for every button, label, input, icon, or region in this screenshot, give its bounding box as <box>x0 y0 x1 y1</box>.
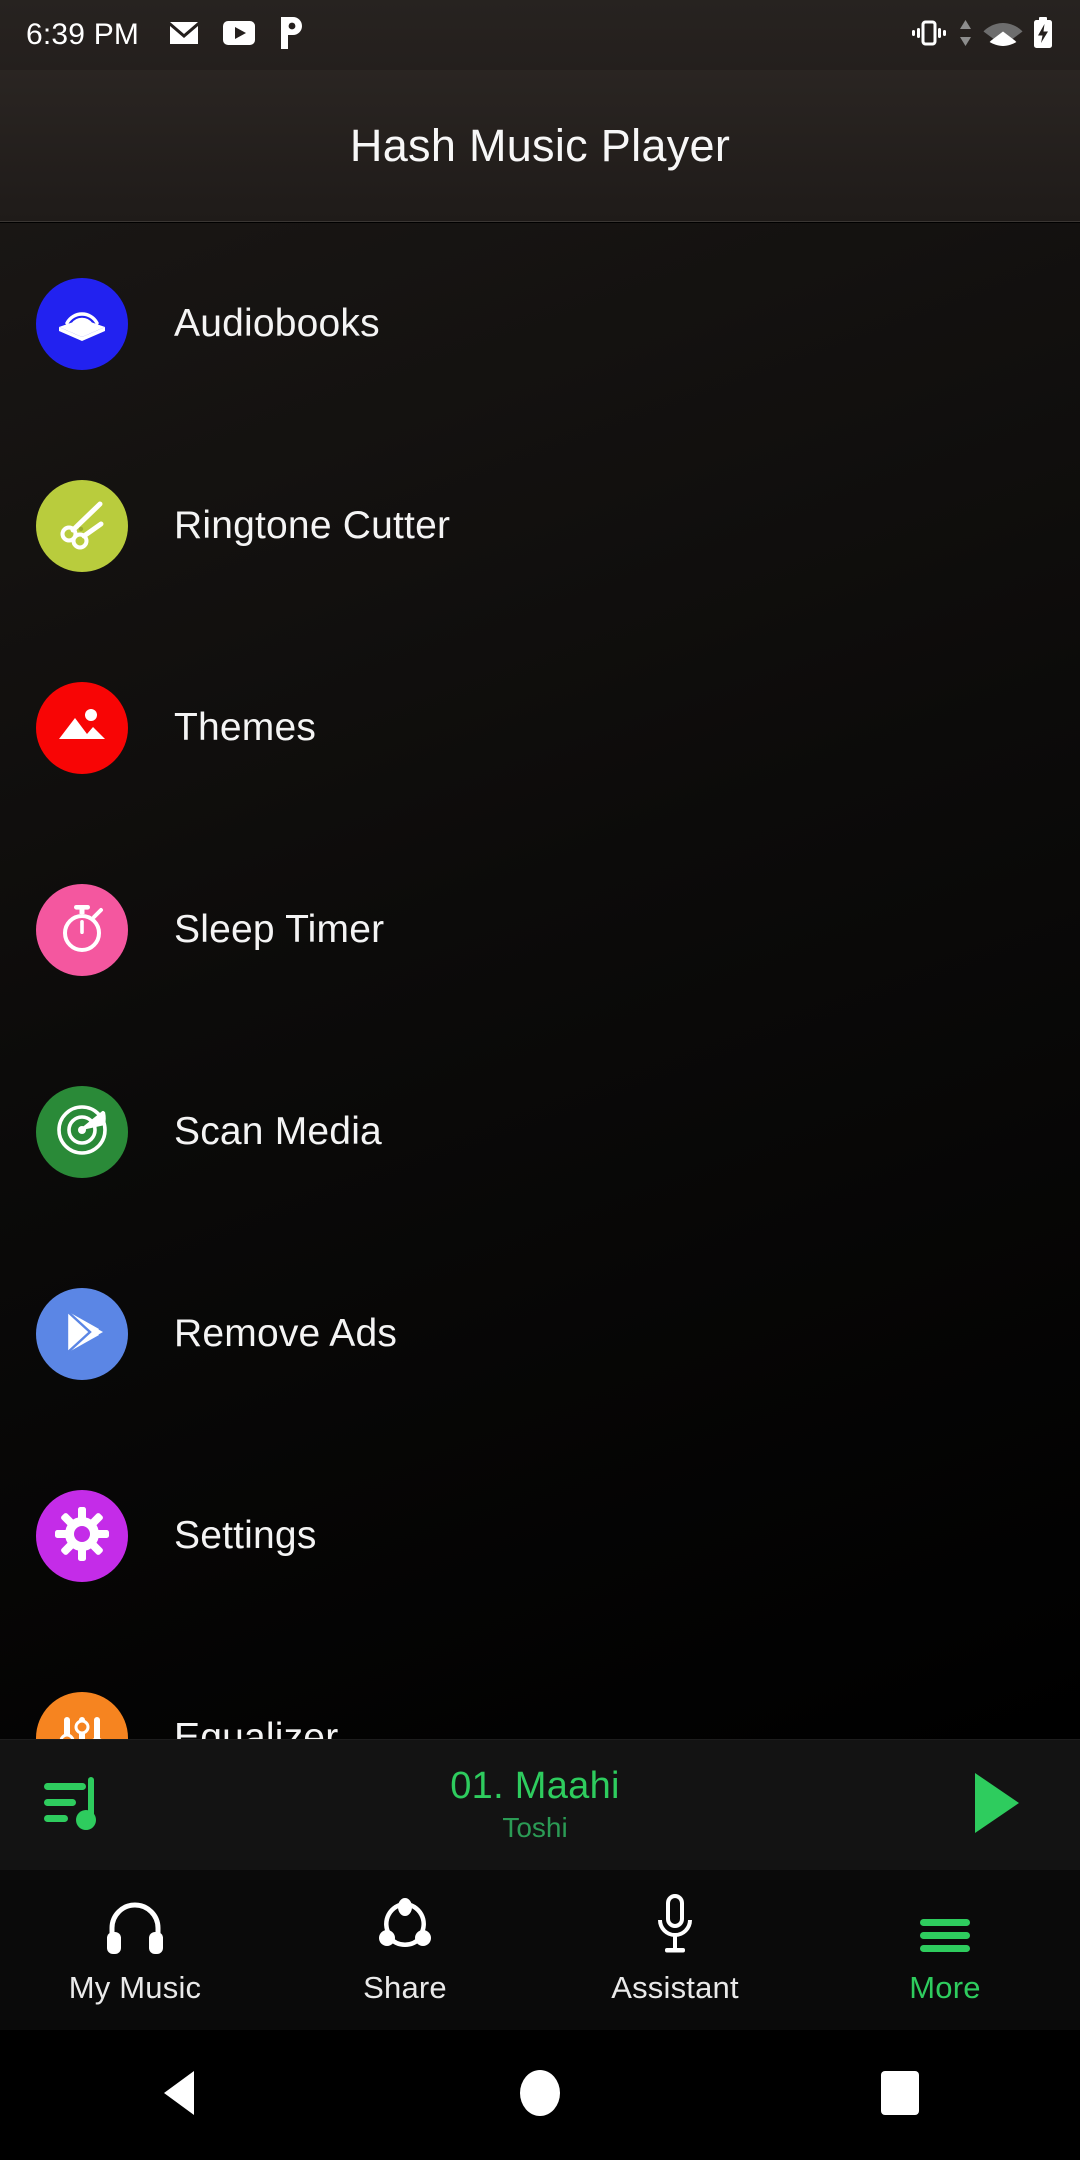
back-triangle-icon <box>158 2069 202 2122</box>
nav-tab-label: More <box>909 1970 981 2005</box>
menu-item-themes[interactable]: Themes <box>0 627 1080 829</box>
now-playing-title: 01. Maahi <box>450 1764 620 1807</box>
gear-icon <box>53 1505 111 1568</box>
menu-item-equalizer[interactable]: Equalizer <box>0 1637 1080 1739</box>
scissors-icon <box>54 496 110 557</box>
menu-item-remove-ads[interactable]: Remove Ads <box>0 1233 1080 1435</box>
page-title: Hash Music Player <box>349 119 731 171</box>
playlist-queue-button[interactable] <box>36 1773 114 1838</box>
gmail-icon <box>169 21 199 50</box>
nav-tab-more[interactable]: More <box>810 1894 1080 2006</box>
data-transfer-icon <box>957 18 974 53</box>
now-playing-artist: Toshi <box>502 1811 568 1843</box>
scan-media-badge <box>36 1086 128 1178</box>
wifi-icon <box>983 18 1023 53</box>
status-bar-clock: 6:39 PM <box>26 18 140 51</box>
menu-item-sleep-timer[interactable]: Sleep Timer <box>0 829 1080 1031</box>
menu-item-label: Settings <box>174 1514 317 1557</box>
equalizer-icon <box>55 1709 109 1739</box>
android-home-button[interactable] <box>360 2069 720 2122</box>
now-playing-meta: 01. Maahi Toshi <box>114 1765 956 1844</box>
nav-tab-label: My Music <box>68 1970 202 2005</box>
play-button[interactable] <box>956 1771 1036 1840</box>
nav-tab-label: Share <box>363 1970 447 2005</box>
status-bar: 6:39 PM <box>0 0 1080 70</box>
remove-ads-badge <box>36 1288 128 1380</box>
more-menu-list[interactable]: Audiobooks Ringtone Cutter Themes Sleep … <box>0 223 1080 1739</box>
phone-screen: 6:39 PM Hash Music Player Audiobooks Rin… <box>0 0 1080 2160</box>
menu-item-label: Remove Ads <box>174 1312 398 1355</box>
pandora-icon <box>279 16 303 54</box>
audiobooks-badge <box>36 278 128 370</box>
play-store-icon <box>53 1303 111 1366</box>
audiobooks-icon <box>53 293 111 356</box>
android-back-button[interactable] <box>0 2069 360 2122</box>
nav-tab-assistant[interactable]: Assistant <box>540 1894 810 2006</box>
microphone-icon <box>653 1894 697 1956</box>
youtube-icon <box>223 20 256 50</box>
sleep-timer-badge <box>36 884 128 976</box>
menu-item-scan-media[interactable]: Scan Media <box>0 1031 1080 1233</box>
playlist-queue-icon <box>42 1773 108 1838</box>
android-recents-button[interactable] <box>720 2069 1080 2122</box>
nav-tab-my-music[interactable]: My Music <box>0 1894 270 2006</box>
ringtone-cutter-badge <box>36 480 128 572</box>
status-bar-notification-icons <box>169 16 303 54</box>
menu-item-label: Themes <box>174 706 317 749</box>
share-icon <box>376 1894 434 1956</box>
menu-item-audiobooks[interactable]: Audiobooks <box>0 223 1080 425</box>
stopwatch-icon <box>54 900 110 961</box>
themes-badge <box>36 682 128 774</box>
bottom-navigation[interactable]: My Music Share Assistant More <box>0 1870 1080 2030</box>
hamburger-icon <box>918 1894 972 1956</box>
equalizer-badge <box>36 1692 128 1739</box>
now-playing-bar[interactable]: 01. Maahi Toshi <box>0 1739 1080 1870</box>
app-header: Hash Music Player <box>0 70 1080 222</box>
battery-charging-icon <box>1032 16 1054 54</box>
menu-item-label: Sleep Timer <box>174 908 385 951</box>
play-icon <box>969 1771 1023 1840</box>
status-bar-system-icons <box>910 16 1054 54</box>
vibrate-icon <box>910 18 948 53</box>
settings-badge <box>36 1490 128 1582</box>
menu-item-ringtone-cutter[interactable]: Ringtone Cutter <box>0 425 1080 627</box>
menu-item-label: Scan Media <box>174 1110 382 1153</box>
recents-square-icon <box>877 2069 923 2122</box>
home-circle-icon <box>516 2069 564 2122</box>
radar-scan-icon <box>53 1101 111 1164</box>
menu-item-settings[interactable]: Settings <box>0 1435 1080 1637</box>
image-icon <box>53 697 111 760</box>
headphones-icon <box>104 1894 166 1956</box>
menu-item-label: Ringtone Cutter <box>174 504 451 547</box>
android-navigation-bar[interactable] <box>0 2030 1080 2160</box>
menu-item-label: Equalizer <box>174 1716 339 1739</box>
menu-item-label: Audiobooks <box>174 302 380 345</box>
nav-tab-label: Assistant <box>611 1970 739 2005</box>
nav-tab-share[interactable]: Share <box>270 1894 540 2006</box>
